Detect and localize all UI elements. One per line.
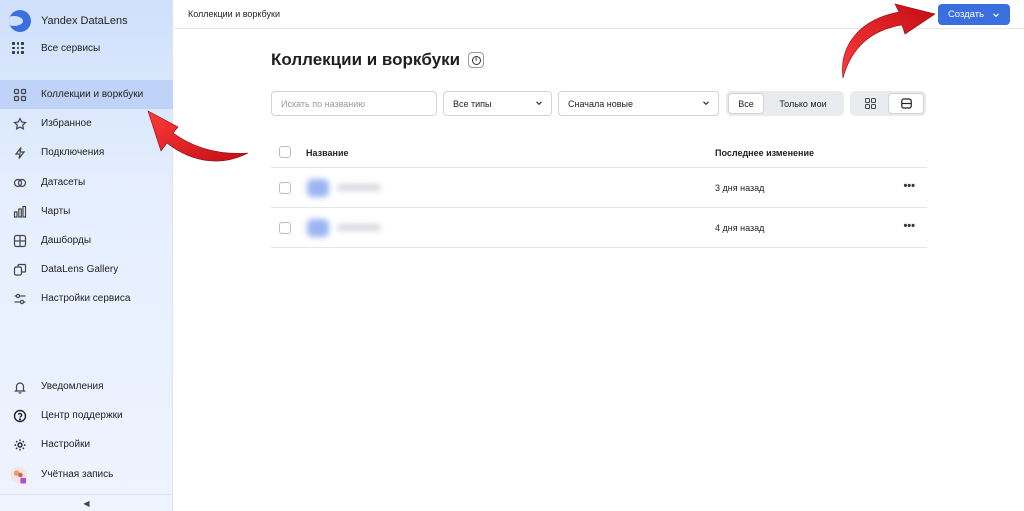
collections-table: Название Последнее изменение 3 дня назад… [271,138,927,248]
sidebar-item-settings[interactable]: Настройки [0,430,173,459]
sidebar-item-label: DataLens Gallery [41,264,119,275]
sidebar-item-label: Уведомления [41,381,104,392]
info-icon[interactable]: i [468,52,485,68]
sidebar-item-label: Настройки сервиса [41,293,131,304]
dashboard-icon [13,234,27,248]
avatar-icon [10,466,27,483]
annotation-arrow-sidebar [147,110,249,162]
select-all-checkbox[interactable] [279,146,291,158]
sidebar-item-support[interactable]: Центр поддержки [0,401,173,430]
sidebar-item-label: Избранное [41,118,92,129]
sort-select[interactable]: Сначала новые [558,91,719,116]
bolt-icon [13,146,27,160]
dataset-icon [13,176,27,190]
grid-view-button[interactable] [852,93,888,114]
chart-icon [13,205,27,219]
title-row: Коллекции и воркбуки i [271,50,485,70]
table-row[interactable]: 4 дня назад ••• [271,208,927,248]
create-button[interactable]: Создать [938,4,1010,25]
all-services-button[interactable]: Все сервисы [12,42,100,54]
star-icon [13,116,27,131]
help-icon [13,409,27,423]
row-checkbox[interactable] [279,222,291,234]
more-actions-icon[interactable]: ••• [903,180,915,192]
sidebar-item-label: Настройки [41,439,91,450]
sidebar-item-notifications[interactable]: Уведомления [0,372,173,401]
sidebar-item-label: Чарты [41,206,71,217]
sidebar-item-label: Дашборды [41,235,91,246]
type-filter-value: Все типы [453,98,492,109]
collections-icon [13,88,27,102]
item-changed: 3 дня назад [715,183,765,193]
list-view-icon [900,98,912,109]
gear-icon [13,438,27,452]
create-button-label: Создать [947,9,985,20]
gallery-icon [13,263,27,277]
grid-icon [12,42,24,54]
sidebar-item-dashboards[interactable]: Дашборды [0,226,173,255]
search-input[interactable] [271,91,437,116]
column-changed-header[interactable]: Последнее изменение [715,148,814,158]
table-row[interactable]: 3 дня назад ••• [271,168,927,208]
segment-mine[interactable]: Только мои [764,93,842,114]
item-thumbnail [307,219,329,237]
sidebar-item-label: Датасеты [41,177,86,188]
sidebar-item-label: Подключения [41,147,105,158]
chevron-down-icon [536,101,542,106]
sort-value: Сначала новые [568,98,633,109]
item-name-blurred[interactable] [337,224,381,231]
list-view-button[interactable] [888,93,924,114]
bell-icon [13,380,27,394]
row-checkbox[interactable] [279,182,291,194]
all-services-label: Все сервисы [41,42,101,54]
more-actions-icon[interactable]: ••• [903,220,915,232]
app-name: Yandex DataLens [41,15,128,27]
view-toggle [850,91,926,116]
sidebar-item-label: Учётная запись [41,469,114,480]
sidebar-item-label: Центр поддержки [41,410,123,421]
collapse-sidebar-button[interactable]: ◀ [0,494,173,511]
type-filter-select[interactable]: Все типы [443,91,552,116]
sidebar-item-label: Коллекции и воркбуки [41,89,144,100]
sidebar-item-charts[interactable]: Чарты [0,197,173,226]
datalens-logo [9,10,31,32]
annotation-arrow-create [842,3,936,79]
sliders-icon [13,292,27,306]
chevron-down-icon [703,101,709,106]
item-changed: 4 дня назад [715,223,765,233]
logo-row[interactable]: Yandex DataLens [9,10,128,32]
collapse-arrow-icon: ◀ [83,498,90,508]
sidebar-item-service-settings[interactable]: Настройки сервиса [0,284,173,313]
owner-segmented-control: Все Только мои [726,91,844,116]
sidebar-item-account[interactable]: Учётная запись [0,460,173,489]
breadcrumb[interactable]: Коллекции и воркбуки [188,9,280,19]
table-header: Название Последнее изменение [271,138,927,168]
item-name-blurred[interactable] [337,184,381,191]
column-name-header[interactable]: Название [306,148,348,158]
sidebar-item-gallery[interactable]: DataLens Gallery [0,255,173,284]
sidebar: Yandex DataLens Все сервисы Коллекции и … [0,0,173,511]
grid-view-icon [864,98,876,109]
chevron-down-icon [993,12,999,17]
segment-all[interactable]: Все [728,93,764,114]
page-title: Коллекции и воркбуки [271,50,461,69]
item-thumbnail [307,179,329,197]
